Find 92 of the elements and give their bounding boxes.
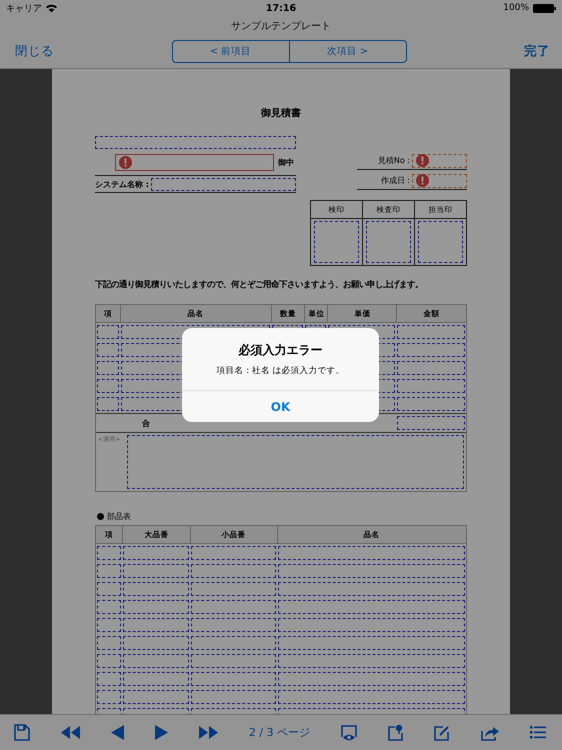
input-field[interactable] — [122, 636, 189, 650]
alert-message: 項目名 : 社名 は必須入力です。 — [216, 365, 344, 377]
input-field[interactable] — [122, 600, 189, 614]
done-button[interactable]: 完了 — [524, 42, 550, 60]
input-field[interactable] — [397, 397, 465, 411]
input-field[interactable] — [97, 325, 119, 339]
field-label: 見積No : — [378, 155, 410, 166]
remarks-field[interactable] — [127, 435, 464, 489]
stamp-field[interactable] — [314, 221, 359, 263]
input-field[interactable] — [190, 690, 276, 704]
input-field[interactable] — [97, 546, 121, 560]
previous-page-icon[interactable] — [110, 725, 124, 740]
input-field[interactable] — [190, 564, 276, 578]
input-field[interactable] — [278, 582, 465, 596]
input-field[interactable] — [122, 582, 189, 596]
input-field[interactable] — [97, 672, 121, 686]
input-field[interactable] — [278, 564, 465, 578]
input-field[interactable] — [97, 343, 119, 357]
system-name-field[interactable] — [150, 178, 296, 190]
input-field[interactable] — [97, 564, 121, 578]
input-field[interactable] — [122, 618, 189, 632]
input-field[interactable] — [97, 690, 121, 704]
input-field[interactable] — [122, 690, 189, 704]
rewind-icon[interactable] — [60, 726, 80, 739]
input-field[interactable] — [397, 416, 465, 430]
input-field[interactable] — [412, 174, 467, 188]
preview-icon[interactable] — [341, 724, 358, 740]
input-field[interactable] — [122, 672, 189, 686]
input-field[interactable] — [97, 600, 121, 614]
clock: 17:16 — [266, 2, 296, 14]
input-field[interactable] — [97, 379, 119, 393]
error-icon — [416, 154, 429, 167]
battery-icon — [533, 4, 556, 12]
input-field[interactable] — [190, 546, 276, 560]
input-field[interactable] — [278, 546, 465, 560]
total-label: 合 — [142, 418, 150, 428]
input-field[interactable] — [397, 361, 465, 375]
input-field[interactable] — [412, 154, 467, 168]
field-label: 作成日 : — [380, 175, 410, 186]
previous-item-button[interactable]: < 前項目 — [172, 40, 288, 62]
battery-label: 100% — [503, 3, 529, 13]
edit-icon[interactable] — [434, 724, 450, 740]
error-icon — [119, 156, 132, 169]
input-field[interactable] — [397, 325, 465, 339]
input-field[interactable] — [278, 600, 465, 614]
input-field[interactable] — [190, 600, 276, 614]
share-icon[interactable] — [480, 724, 499, 740]
input-field[interactable] — [278, 672, 465, 686]
wifi-icon — [46, 4, 57, 12]
input-field[interactable] — [397, 343, 465, 357]
input-field[interactable] — [278, 690, 465, 704]
error-icon — [416, 174, 429, 187]
input-field[interactable] — [95, 136, 296, 149]
stamp-field[interactable] — [366, 221, 411, 263]
next-page-icon[interactable] — [154, 725, 168, 740]
field-label: システム名称 : — [95, 178, 149, 190]
close-button[interactable]: 閉じる — [15, 42, 54, 60]
input-field[interactable] — [190, 618, 276, 632]
input-field[interactable] — [122, 654, 189, 668]
screen-title: サンプルテンプレート — [230, 20, 332, 34]
stamp-field[interactable] — [418, 221, 463, 263]
input-field[interactable] — [190, 654, 276, 668]
input-field[interactable] — [97, 582, 121, 596]
input-field[interactable] — [97, 397, 119, 411]
ok-button[interactable]: OK — [182, 390, 379, 422]
bullet-icon — [97, 513, 104, 520]
company-name-field[interactable] — [115, 154, 274, 171]
page-indicator: 2 / 3 ページ — [248, 725, 310, 740]
note-icon[interactable] — [388, 724, 403, 741]
document-title: 御見積書 — [260, 106, 302, 120]
message-text: 下記の通り御見積りいたしますので、何とぞご用命下さいますよう、お願い申し上げます。 — [95, 279, 424, 290]
list-icon[interactable] — [530, 726, 546, 739]
input-field[interactable] — [278, 618, 465, 632]
input-field[interactable] — [190, 582, 276, 596]
input-field[interactable] — [97, 654, 121, 668]
carrier-label: キャリア — [6, 2, 42, 14]
input-field[interactable] — [97, 618, 121, 632]
next-item-button[interactable]: 次項目 > — [288, 40, 406, 62]
input-field[interactable] — [122, 564, 189, 578]
honorific-label: 御中 — [278, 157, 294, 168]
save-icon[interactable] — [14, 724, 30, 741]
alert-title: 必須入力エラー — [238, 342, 322, 359]
input-field[interactable] — [190, 672, 276, 686]
input-field[interactable] — [278, 636, 465, 650]
section-title: 部品表 — [107, 511, 131, 522]
fast-forward-icon[interactable] — [198, 726, 218, 739]
input-field[interactable] — [397, 379, 465, 393]
input-field[interactable] — [97, 636, 121, 650]
input-field[interactable] — [190, 636, 276, 650]
input-field[interactable] — [122, 546, 189, 560]
input-field[interactable] — [97, 361, 119, 375]
input-field[interactable] — [278, 654, 465, 668]
